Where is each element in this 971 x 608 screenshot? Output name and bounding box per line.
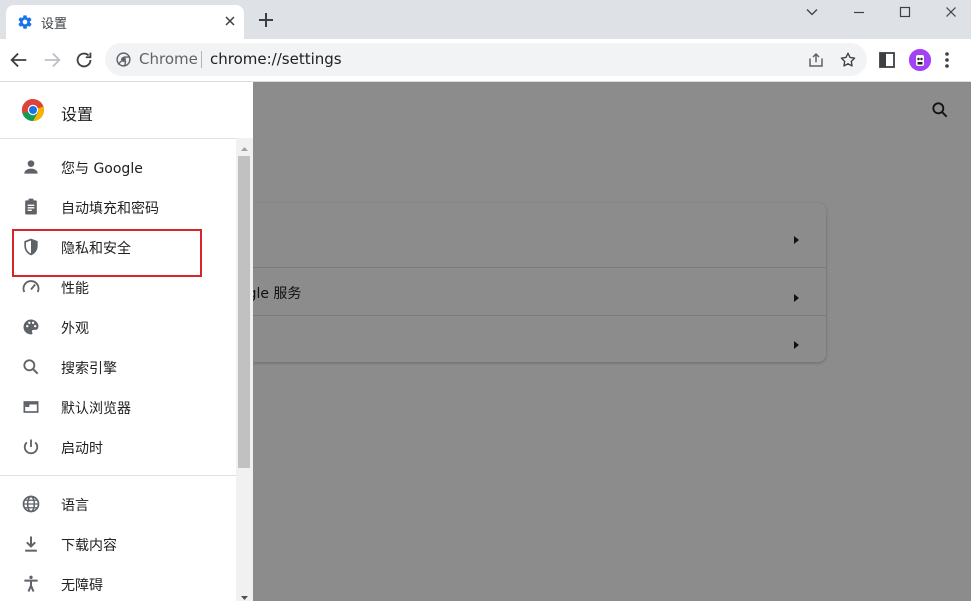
- omnibox-url[interactable]: chrome://settings: [210, 50, 342, 68]
- sidebar-item-label: 语言: [61, 498, 89, 514]
- window-close-icon[interactable]: [928, 2, 971, 24]
- sidebar-header: 设置: [0, 82, 253, 139]
- gear-icon: [17, 14, 33, 30]
- sidebar-item-label: 自动填充和密码: [61, 201, 159, 217]
- bookmark-star-icon[interactable]: [839, 51, 857, 69]
- sidebar-item-label: 启动时: [61, 441, 103, 457]
- tab-strip: 设置: [0, 0, 971, 39]
- tab-title: 设置: [41, 17, 68, 32]
- settings-sidebar: 设置 您与 Google 自动填充和密码 隐私和安全 性能 外观 搜索引擎 默认…: [0, 82, 253, 601]
- sidebar-item-performance[interactable]: 性能: [0, 267, 236, 307]
- sidebar-item-default-browser[interactable]: 默认浏览器: [0, 387, 236, 427]
- sidebar-item-label: 外观: [61, 321, 89, 337]
- maximize-icon[interactable]: [882, 2, 928, 24]
- sidebar-item-label: 隐私和安全: [61, 241, 131, 257]
- browser-window-icon: [21, 397, 41, 417]
- scroll-up-arrow-icon[interactable]: [236, 140, 253, 152]
- sidebar-item-autofill[interactable]: 自动填充和密码: [0, 187, 236, 227]
- person-icon: [21, 157, 41, 177]
- sidebar-item-privacy[interactable]: 隐私和安全: [0, 227, 236, 267]
- sidebar-item-accessibility[interactable]: 无障碍: [0, 564, 236, 604]
- sidebar-divider: [0, 475, 236, 476]
- palette-icon: [21, 317, 41, 337]
- sidebar-scrollbar[interactable]: [236, 138, 253, 601]
- sidebar-item-languages[interactable]: 语言: [0, 484, 236, 524]
- new-tab-plus-icon[interactable]: [257, 11, 275, 29]
- tab-search-chevron-icon[interactable]: [789, 2, 835, 24]
- sidebar-item-label: 默认浏览器: [61, 401, 131, 417]
- more-vert-icon[interactable]: [944, 50, 950, 70]
- toolbar: Chrome chrome://settings: [0, 39, 971, 82]
- speedometer-icon: [21, 277, 41, 297]
- sidebar-item-label: 搜索引擎: [61, 361, 117, 377]
- globe-icon: [21, 494, 41, 514]
- share-icon[interactable]: [807, 51, 825, 69]
- reload-icon[interactable]: [73, 49, 95, 71]
- power-icon: [21, 437, 41, 457]
- minimize-icon[interactable]: [836, 2, 882, 24]
- search-icon: [21, 357, 41, 377]
- sidebar-title: 设置: [61, 105, 94, 124]
- sidebar-item-on-startup[interactable]: 启动时: [0, 427, 236, 467]
- address-bar[interactable]: Chrome chrome://settings: [105, 43, 867, 76]
- shield-icon: [21, 237, 41, 257]
- side-panel-icon[interactable]: [878, 51, 896, 69]
- scroll-down-arrow-icon[interactable]: [236, 589, 253, 601]
- chrome-logo-icon: [21, 98, 45, 122]
- sidebar-item-you-and-google[interactable]: 您与 Google: [0, 147, 236, 187]
- back-arrow-icon[interactable]: [8, 49, 30, 71]
- download-icon: [21, 534, 41, 554]
- omnibox-separator: [201, 51, 202, 68]
- sidebar-item-search-engine[interactable]: 搜索引擎: [0, 347, 236, 387]
- accessibility-icon: [21, 574, 41, 594]
- sidebar-item-downloads[interactable]: 下载内容: [0, 524, 236, 564]
- sidebar-item-label: 下载内容: [61, 538, 117, 554]
- sidebar-item-label: 您与 Google: [61, 161, 143, 177]
- clipboard-icon: [21, 197, 41, 217]
- sidebar-item-label: 无障碍: [61, 578, 103, 594]
- sidebar-item-label: 性能: [61, 281, 89, 297]
- profile-avatar[interactable]: [909, 49, 931, 71]
- scroll-thumb[interactable]: [238, 156, 250, 468]
- forward-arrow-icon[interactable]: [41, 49, 63, 71]
- chrome-site-icon[interactable]: [115, 51, 132, 68]
- tab-settings[interactable]: 设置: [6, 5, 244, 39]
- omnibox-host: Chrome: [139, 50, 198, 68]
- modal-scrim[interactable]: [253, 82, 971, 601]
- sidebar-item-appearance[interactable]: 外观: [0, 307, 236, 347]
- close-icon[interactable]: [222, 13, 238, 29]
